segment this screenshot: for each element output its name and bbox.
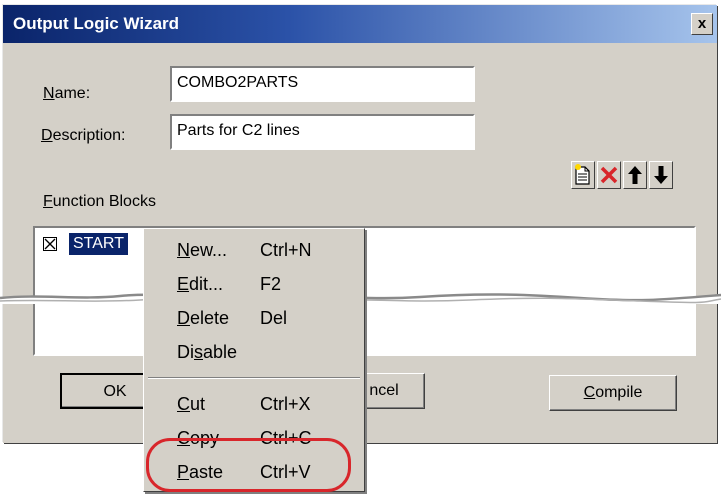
move-down-button[interactable] (649, 161, 673, 189)
compile-button[interactable]: Compile (549, 375, 677, 411)
menu-item-paste[interactable]: Paste Ctrl+V (144, 457, 364, 489)
menu-item-label: Disable (177, 342, 238, 362)
move-up-button[interactable] (623, 161, 647, 189)
menu-item-disable[interactable]: Disable (144, 337, 364, 369)
menu-item-shortcut: Ctrl+N (260, 240, 312, 260)
context-menu: New... Ctrl+N Edit... F2 Delete Del Disa… (143, 228, 365, 492)
menu-item-shortcut: Ctrl+C (260, 428, 312, 448)
name-label: Name: (43, 85, 91, 102)
move-down-arrow-icon (654, 166, 668, 184)
menu-item-shortcut: Del (260, 308, 288, 328)
menu-item-cut[interactable]: Cut Ctrl+X (144, 389, 364, 421)
description-input[interactable]: Parts for C2 lines (170, 114, 475, 150)
menu-item-edit[interactable]: Edit... F2 (144, 269, 364, 301)
close-icon: x (697, 15, 707, 32)
delete-x-icon (600, 166, 618, 184)
menu-item-label: Paste (177, 462, 224, 482)
list-item-label: START (69, 233, 128, 255)
enabled-checkbox[interactable] (43, 237, 57, 251)
menu-separator (148, 377, 360, 379)
new-document-icon (575, 164, 590, 185)
checkbox-cross-icon (44, 238, 56, 250)
menu-item-label: Copy (177, 428, 220, 448)
close-button[interactable]: x (691, 13, 713, 35)
menu-item-shortcut: Ctrl+X (260, 394, 311, 414)
description-label: Description: (41, 127, 126, 144)
menu-item-copy[interactable]: Copy Ctrl+C (144, 423, 364, 455)
function-blocks-label: Function Blocks (43, 193, 156, 210)
menu-item-shortcut: Ctrl+V (260, 462, 311, 482)
menu-item-label: Cut (177, 394, 206, 414)
name-input[interactable]: COMBO2PARTS (170, 66, 475, 102)
menu-item-shortcut: F2 (260, 274, 282, 294)
delete-block-button[interactable] (597, 161, 621, 189)
new-block-button[interactable] (571, 161, 595, 189)
title-bar[interactable]: Output Logic Wizard x (3, 5, 717, 43)
menu-item-label: Edit... (177, 274, 224, 294)
menu-item-new[interactable]: New... Ctrl+N (144, 235, 364, 267)
move-up-arrow-icon (628, 166, 642, 184)
menu-item-delete[interactable]: Delete Del (144, 303, 364, 335)
menu-item-label: Delete (177, 308, 230, 328)
window-title: Output Logic Wizard (13, 14, 180, 33)
menu-item-label: New... (177, 240, 228, 260)
